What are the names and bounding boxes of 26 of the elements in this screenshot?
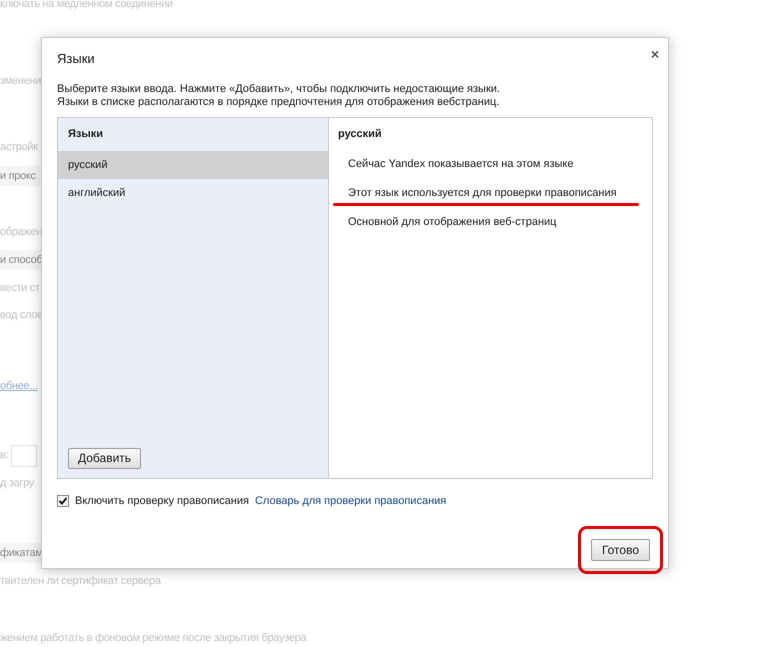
close-button[interactable]: × [650,47,659,61]
faded-setting-text: ображен [0,224,42,240]
list-heading: Языки [67,126,104,142]
faded-input-field[interactable] [11,444,38,466]
faded-setting-text: вести ст [0,281,40,296]
language-item[interactable]: английский [58,178,328,206]
checkbox-label: Включить проверку правописания [75,494,249,508]
faded-setting-text: ключать на медленном соединении [0,0,173,12]
language-info-text: Основной для отображения веб-страниц [348,214,556,230]
description-text: Выберите языки ввода. Нажмите «Добавить», чтобы подключить недостающие языки. [57,82,501,96]
dialog-title: Языки [57,50,95,68]
language-heading: русский [337,126,383,142]
done-button[interactable]: Готово [590,539,650,561]
faded-label: в: [0,448,8,464]
faded-setting-text: твителен ли сертификат сервера [0,574,161,589]
description-text: Языки в списке располагаются в порядке предпочтения для отображения вебстраниц. [57,96,500,108]
add-button[interactable]: Добавить [68,448,142,468]
checkbox[interactable] [57,494,69,507]
dictionary-link[interactable]: Словарь для проверки правописания [254,492,446,509]
faded-setting-text: жением работать в фоновом режиме после закрытия браузера [0,630,306,646]
faded-setting-text: астройк [0,140,38,155]
language-item[interactable]: русский [58,150,328,178]
faded-setting-text: зменени [0,74,42,88]
language-info-text: Этот язык используется для проверки правописания [348,186,617,200]
faded-setting-text: д загру [0,476,34,490]
language-info-text: Сейчас Yandex показывается на этом языке [348,156,574,172]
